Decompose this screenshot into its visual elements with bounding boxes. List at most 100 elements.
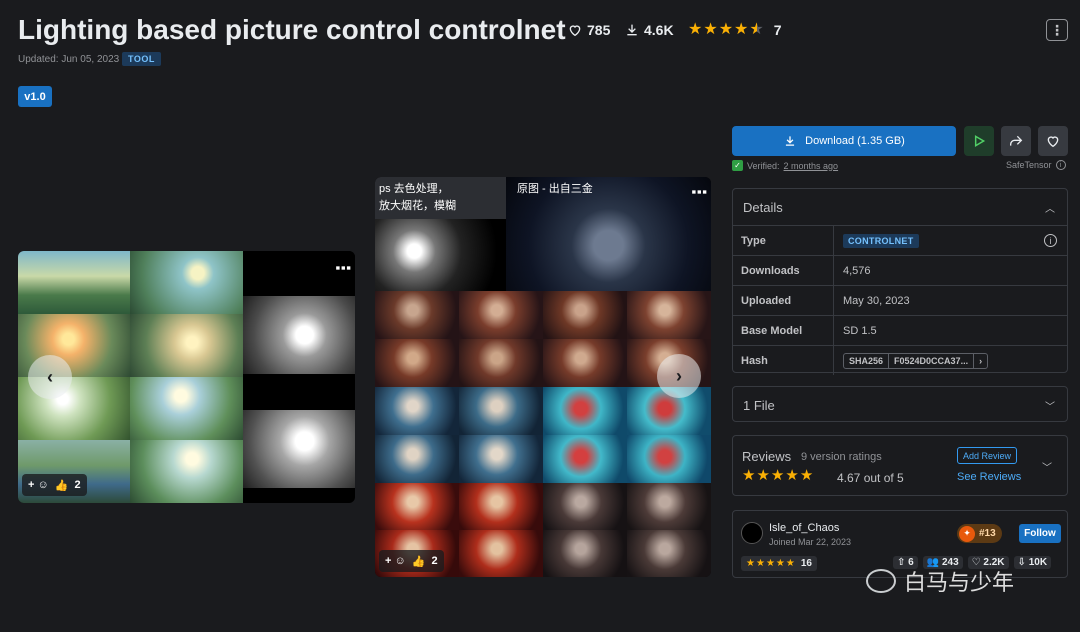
verified-date-link[interactable]: 2 months ago [784, 161, 839, 171]
star-icon: ★ [799, 467, 814, 484]
type-badge[interactable]: TOOL [122, 52, 161, 66]
star-icon: ★ [742, 467, 756, 484]
favorite-button[interactable] [1038, 126, 1068, 156]
files-title: 1 File [743, 397, 775, 413]
detail-row-type: Type CONTROLNET i [733, 225, 1067, 255]
hash-value[interactable]: F0524D0CCA37... [888, 353, 973, 368]
gallery-image [243, 410, 355, 488]
reaction-bar[interactable]: + ☺ 👍 2 [379, 550, 444, 572]
download-button[interactable]: Download (1.35 GB) [732, 126, 956, 156]
hash-selector[interactable]: SHA256 F0524D0CCA37... › [843, 352, 989, 369]
thumbs-up-icon: 👍 [54, 479, 69, 492]
download-icon: ⇩ [1017, 557, 1026, 568]
gallery-image [130, 377, 243, 440]
gallery-card[interactable]: ⋮ ‹ + ☺ 👍 2 [18, 251, 355, 503]
downloads-stat: 4.6K [624, 20, 674, 40]
rating-stars: ★ ★ ★ ★ ★ [688, 22, 764, 38]
detail-row-downloads: Downloads 4,576 [733, 255, 1067, 285]
gallery-card[interactable]: ps 去色处理， 放大烟花，模糊 原图 - 出自三金 ⋮ › + ☺ 👍 2 [375, 177, 711, 577]
gallery-image [459, 530, 543, 577]
gallery-image [543, 530, 627, 577]
share-button[interactable] [1001, 126, 1031, 156]
image-caption: 原图 - 出自三金 [517, 183, 593, 195]
gallery-prev-button[interactable]: ‹ [28, 355, 72, 399]
star-icon: ★ [718, 21, 734, 38]
smiley-icon: ☺ [394, 555, 406, 567]
see-reviews-link[interactable]: See Reviews [957, 471, 1021, 483]
files-panel[interactable]: 1 File ﹀ [732, 386, 1068, 422]
rank-badge: ✦ #13 [957, 524, 1002, 543]
hash-algo: SHA256 [849, 355, 884, 366]
heart-icon [569, 25, 581, 37]
star-icon: ★ [770, 467, 785, 484]
star-icon: ★ [785, 557, 795, 569]
gallery-image [627, 435, 711, 483]
add-review-button[interactable]: Add Review [957, 447, 1018, 464]
star-icon: ★ [688, 21, 703, 38]
creator-joined: Joined Mar 22, 2023 [769, 537, 852, 547]
star-icon: ★ [765, 557, 775, 569]
review-stars: ★ ★ ★ ★ ★ [742, 468, 813, 484]
download-icon [786, 136, 795, 146]
info-icon[interactable]: i [1044, 234, 1057, 247]
gallery-image [459, 483, 543, 530]
follow-button[interactable]: Follow [1019, 524, 1061, 543]
smiley-icon: ☺ [37, 479, 49, 491]
download-label: Download (1.35 GB) [805, 135, 905, 147]
gallery-image [375, 387, 459, 435]
image-caption: ps 去色处理， 放大烟花，模糊 [375, 177, 506, 219]
downloads-stat: ⇩ 10K [1013, 556, 1052, 569]
reviews-title: Reviews [742, 449, 792, 464]
avatar[interactable] [741, 522, 763, 544]
gallery-next-button[interactable]: › [657, 354, 701, 398]
gallery-image [627, 483, 711, 530]
star-icon: ★ [746, 557, 755, 569]
add-reaction-button[interactable]: + ☺ [28, 479, 49, 491]
shield-check-icon: ✓ [732, 160, 743, 171]
wechat-icon [866, 569, 896, 593]
detail-row-hash: Hash SHA256 F0524D0CCA37... › [733, 345, 1067, 375]
reaction-bar[interactable]: + ☺ 👍 2 [22, 474, 87, 496]
gallery-image [130, 440, 243, 503]
watermark: 白马与少年 [866, 565, 1014, 597]
share-icon [1010, 135, 1023, 146]
gallery-image [375, 435, 459, 483]
safetensor-label: SafeTensor i [1006, 160, 1066, 170]
details-panel: Details ︿ Type CONTROLNET i Downloads 4,… [732, 188, 1068, 375]
detail-row-base-model: Base Model SD 1.5 [733, 315, 1067, 345]
gallery-image [543, 435, 627, 483]
likes-count: 785 [587, 22, 611, 38]
creator-name[interactable]: Isle_of_Chaos [769, 522, 839, 534]
card-menu-button[interactable]: ⋮ [689, 183, 709, 199]
gallery-image [459, 387, 543, 435]
type-chip[interactable]: CONTROLNET [843, 233, 919, 248]
heart-icon [1047, 136, 1059, 148]
creator-rating: ★ ★ ★ ★ ★ 16 [741, 556, 817, 571]
detail-row-uploaded: Uploaded May 30, 2023 [733, 285, 1067, 315]
info-icon[interactable]: i [1055, 160, 1066, 170]
likes-stat: 785 [567, 20, 610, 40]
star-icon: ★ [755, 557, 765, 569]
details-title: Details [743, 199, 783, 215]
download-icon [627, 24, 637, 36]
more-menu-button[interactable]: ⋮ [1046, 19, 1068, 41]
trophy-icon: ✦ [959, 525, 975, 542]
gallery-image [627, 291, 711, 339]
thumbs-up-icon: 👍 [411, 555, 426, 568]
star-icon: ★ [734, 21, 749, 38]
chevron-right-icon[interactable]: › [973, 353, 987, 368]
gallery-image [130, 314, 243, 377]
run-button[interactable] [964, 126, 994, 156]
gallery-image [243, 374, 355, 410]
chevron-down-icon[interactable]: ﹀ [1042, 459, 1052, 474]
card-menu-button[interactable]: ⋮ [333, 259, 353, 275]
details-header[interactable]: Details ︿ [733, 189, 1067, 225]
gallery-image [243, 296, 355, 374]
star-icon: ★ [785, 467, 799, 484]
gallery-image [459, 435, 543, 483]
version-tab-v1[interactable]: v1.0 [18, 86, 52, 107]
add-reaction-button[interactable]: + ☺ [385, 555, 406, 567]
star-half-icon: ★ [749, 21, 764, 38]
rating-stat[interactable]: ★ ★ ★ ★ ★ 7 [688, 20, 782, 40]
gallery-image [375, 483, 459, 530]
